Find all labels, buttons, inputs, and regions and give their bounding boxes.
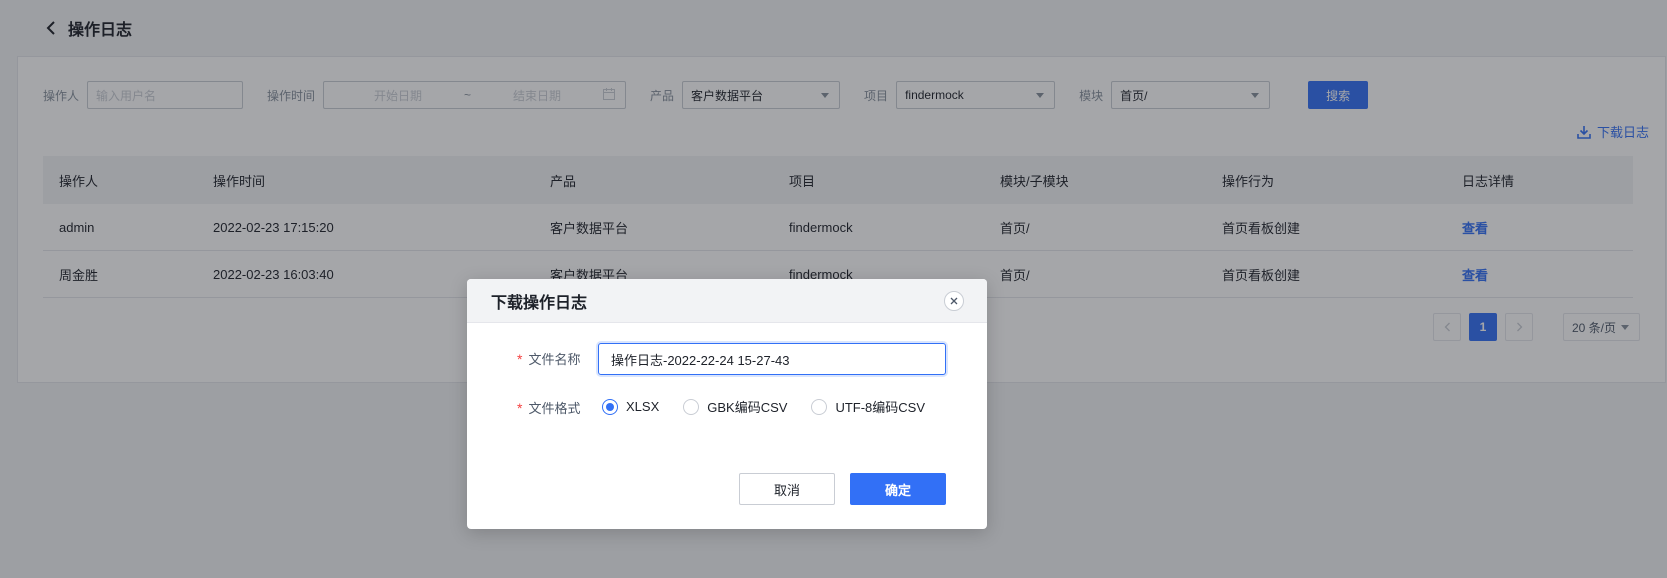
- required-mark: *: [517, 350, 523, 367]
- required-mark: *: [517, 399, 523, 416]
- dialog-header: 下载操作日志: [467, 279, 987, 323]
- file-format-label: 文件格式: [528, 401, 581, 416]
- radio-checked-icon: [602, 398, 618, 415]
- file-format-row: * 文件格式: [517, 398, 580, 417]
- file-name-row: * 文件名称: [517, 349, 580, 368]
- radio-label: GBK编码CSV: [707, 400, 788, 415]
- radio-unchecked-icon: [811, 398, 828, 415]
- radio-unchecked-icon: [683, 398, 700, 415]
- confirm-button[interactable]: 确定: [850, 473, 946, 505]
- file-name-label: 文件名称: [528, 352, 581, 367]
- cancel-button[interactable]: 取消: [739, 473, 835, 505]
- radio-option-xlsx[interactable]: XLSX: [602, 398, 660, 415]
- close-icon[interactable]: [944, 291, 964, 311]
- download-log-dialog: 下载操作日志 * 文件名称 * 文件格式 XLSX GBK编码CSV UTF-8…: [467, 279, 987, 529]
- radio-option-gbk-csv[interactable]: GBK编码CSV: [683, 397, 787, 416]
- file-format-radio-group: XLSX GBK编码CSV UTF-8编码CSV: [602, 397, 949, 416]
- radio-label: XLSX: [626, 399, 660, 414]
- dialog-title: 下载操作日志: [491, 294, 588, 312]
- file-name-input[interactable]: [598, 343, 946, 375]
- radio-option-utf8-csv[interactable]: UTF-8编码CSV: [811, 397, 925, 416]
- radio-label: UTF-8编码CSV: [835, 400, 925, 415]
